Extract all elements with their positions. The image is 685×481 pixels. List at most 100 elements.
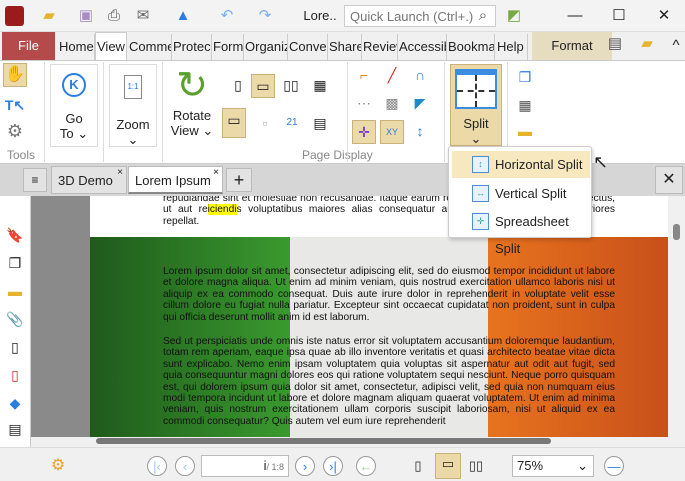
cover-page-icon[interactable]: ▫	[253, 112, 277, 136]
tab-view[interactable]: View	[95, 32, 127, 61]
ui-options-icon[interactable]: ◩	[502, 6, 526, 26]
zoom-out-button[interactable]: —	[604, 456, 624, 476]
bookmarks-icon[interactable]: 🔖	[5, 226, 25, 244]
page-color-icon[interactable]: ◤	[408, 92, 432, 116]
page-size-icon[interactable]: ↕	[408, 120, 432, 144]
zoom-select[interactable]: 75% ⌄	[512, 455, 594, 477]
zoom-value: 75%	[517, 458, 544, 473]
attachments-icon[interactable]: 📎	[5, 310, 25, 328]
scan-icon[interactable]: ▲	[170, 6, 196, 26]
scroll-thumb[interactable]	[96, 438, 551, 444]
horizontal-scrollbar[interactable]	[31, 437, 668, 447]
search-folder-icon[interactable]: ▰	[634, 34, 660, 54]
cursor-crosshair-icon[interactable]: ✛	[352, 120, 376, 144]
print-icon[interactable]: ⎙	[102, 6, 126, 26]
tab-comment[interactable]: Comme	[128, 34, 172, 60]
continuous-page-icon[interactable]: ▭	[435, 453, 461, 479]
undo-icon[interactable]: ↶	[216, 6, 238, 26]
go-to-label-2: To ⌄	[59, 126, 89, 141]
tab-accessibility[interactable]: Accessib	[398, 34, 447, 60]
continuous-page-icon[interactable]: ▭	[251, 74, 275, 98]
tab-help[interactable]: Help	[496, 34, 528, 60]
divider	[44, 62, 45, 162]
rulers-icon[interactable]: ⌐	[352, 64, 376, 88]
mouse-cursor-icon: ↖	[593, 152, 609, 172]
tab-format[interactable]: Format	[532, 32, 612, 60]
tab-review[interactable]: Review	[362, 34, 398, 60]
tags-icon[interactable]: ▤	[5, 420, 25, 438]
windows-icon[interactable]: ❐	[513, 66, 537, 90]
transparency-grid-icon[interactable]: ▩	[380, 92, 404, 116]
rotate-view-button[interactable]: ↻ Rotate View ⌄	[166, 64, 218, 147]
minimize-button[interactable]: —	[563, 6, 587, 26]
doc-tab-label: 3D Demo	[58, 173, 113, 188]
back-button[interactable]: ←	[356, 456, 376, 476]
menu-item-vertical-split[interactable]: ↔ Vertical Split	[452, 180, 590, 207]
previous-page-button[interactable]: ‹	[175, 456, 195, 476]
document-icon[interactable]: ▯	[5, 338, 25, 356]
hand-tool-icon[interactable]: ✋	[3, 63, 27, 87]
save-icon[interactable]: ▣	[75, 6, 97, 26]
snap-magnet-icon[interactable]: ∩	[408, 64, 432, 88]
vertical-scrollbar[interactable]	[668, 196, 685, 437]
split-button[interactable]: Split ⌄	[450, 64, 502, 146]
toolbox-icon[interactable]: ▬	[513, 120, 537, 144]
facing-pages-icon[interactable]: ▯▯	[464, 456, 488, 476]
guides-icon[interactable]: ╱	[380, 64, 404, 88]
tab-convert[interactable]: Conver	[288, 34, 328, 60]
tab-protect[interactable]: Protec	[172, 34, 212, 60]
tools-gear-icon[interactable]: ⚙	[3, 120, 27, 144]
doc-menu[interactable]: Lore..	[300, 6, 340, 26]
doc-tab-label: Lorem Ipsum	[135, 173, 211, 188]
doc-tab-3d-demo[interactable]: 3D Demo ×	[51, 166, 127, 194]
zoom-button[interactable]: 1:1 Zoom ⌄	[109, 64, 157, 147]
menu-item-spreadsheet-split[interactable]: ✛ Spreadsheet Split	[452, 208, 590, 256]
page-layout-icon[interactable]: ▤	[308, 112, 332, 136]
pages-icon[interactable]: ❐	[5, 254, 25, 272]
layout-icon[interactable]: ▦	[513, 94, 537, 118]
first-page-button[interactable]: |‹	[147, 456, 167, 476]
menu-item-horizontal-split[interactable]: ↕ Horizontal Split	[452, 151, 590, 178]
layers-icon[interactable]: ◆	[5, 394, 25, 412]
next-page-button[interactable]: ›	[295, 456, 315, 476]
close-tab-icon[interactable]: ×	[117, 159, 123, 187]
go-to-label: Go	[65, 111, 83, 126]
comments-icon[interactable]: ▬	[5, 282, 25, 300]
tab-file[interactable]: File	[2, 32, 55, 60]
select-text-icon[interactable]: T↖	[3, 94, 27, 118]
coordinates-icon[interactable]: XY	[380, 120, 404, 144]
scroll-thumb[interactable]	[673, 224, 680, 240]
maximize-button[interactable]: ☐	[607, 6, 631, 26]
tab-organize[interactable]: Organiz	[244, 34, 288, 60]
open-folder-icon[interactable]: ▰	[35, 6, 63, 26]
facing-continuous-icon[interactable]: ▦	[308, 74, 332, 98]
facing-pages-icon[interactable]: ▯▯	[279, 74, 303, 98]
go-to-button[interactable]: K Go To ⌄	[50, 64, 98, 147]
collapse-ribbon-icon[interactable]: ^	[670, 36, 682, 56]
tab-share[interactable]: Share	[328, 34, 362, 60]
page-total: / 1:8	[266, 462, 284, 472]
new-tab-icon[interactable]: +	[226, 168, 252, 192]
close-document-icon[interactable]: ✕	[655, 166, 683, 194]
tab-form[interactable]: Form	[212, 34, 244, 60]
signatures-icon[interactable]: ▯	[5, 366, 25, 384]
find-icon[interactable]: ▤	[604, 34, 626, 54]
tab-list-icon[interactable]: ≡	[23, 168, 47, 192]
rotate-label-2: View ⌄	[170, 123, 214, 138]
last-page-button[interactable]: ›|	[323, 456, 343, 476]
close-tab-icon[interactable]: ×	[213, 159, 219, 187]
doc-tab-lorem-ipsum[interactable]: Lorem Ipsum ×	[128, 166, 223, 194]
single-page-icon[interactable]: ▯	[410, 456, 426, 476]
page-numbers-icon[interactable]: 21	[280, 112, 304, 136]
split-dropdown-menu: ↕ Horizontal Split ↔ Vertical Split ✛ Sprea…	[448, 146, 592, 256]
redo-icon[interactable]: ↷	[254, 6, 276, 26]
close-button[interactable]: ✕	[652, 6, 676, 26]
single-page-icon[interactable]: ▯	[226, 74, 250, 98]
settings-gear-icon[interactable]: ⚙	[45, 456, 71, 476]
tab-bookmarks[interactable]: Bookma	[447, 34, 495, 60]
grid-icon[interactable]: ⋯	[352, 92, 376, 116]
page-number-input[interactable]: i/ 1:8	[201, 455, 289, 477]
tab-home[interactable]: Home	[58, 34, 95, 60]
email-icon[interactable]: ✉	[130, 6, 156, 26]
split-continuous-icon[interactable]: ▭	[222, 108, 246, 138]
